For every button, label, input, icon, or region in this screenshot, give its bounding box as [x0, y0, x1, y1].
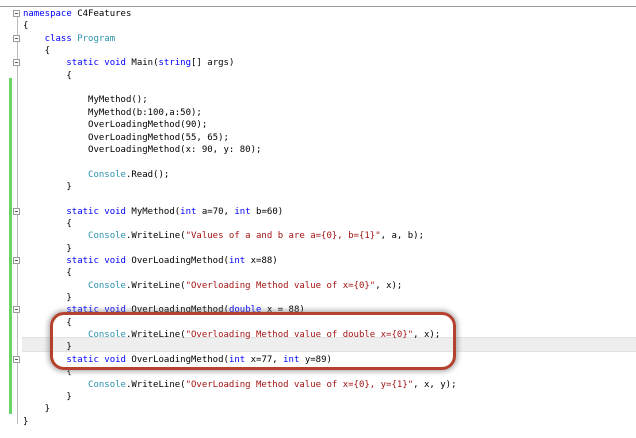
keyword-token: static — [66, 256, 99, 266]
type-token: Console — [88, 169, 126, 180]
code-token: Main( — [125, 58, 159, 69]
code-token: { — [66, 218, 72, 229]
code-token: .WriteLine( — [125, 379, 186, 390]
code-line[interactable]: namespace C4Features — [23, 8, 131, 20]
code-line[interactable]: { — [23, 20, 28, 32]
collapse-icon[interactable] — [13, 59, 20, 67]
code-token: .WriteLine( — [125, 231, 186, 242]
code-line[interactable]: MyMethod(b:100,a:50); — [88, 107, 202, 119]
code-token: x=88) — [245, 256, 278, 266]
code-token: OverLoadingMethod(x: 90, y: 80); — [88, 144, 262, 155]
code-token: OverLoadingMethod(55, 65); — [88, 132, 229, 143]
code-token: MyMethod(b:100,a:50); — [88, 107, 202, 118]
code-line[interactable]: { — [66, 218, 71, 230]
collapse-icon[interactable] — [13, 306, 20, 314]
string-token: "Overloading Method value of x={0}" — [185, 280, 376, 291]
string-token: "OverLoading Method value of x={0}, y={1… — [185, 379, 414, 390]
keyword-token: void — [104, 256, 126, 266]
code-line[interactable]: MyMethod(); — [88, 94, 148, 106]
string-token: "Values of a and b are a={0}, b={1}" — [185, 231, 381, 242]
collapse-icon[interactable] — [13, 355, 20, 363]
code-line[interactable]: } — [23, 416, 28, 428]
code-token: a=70, — [196, 206, 235, 217]
code-token: { — [66, 268, 72, 279]
code-token: MyMethod(); — [88, 95, 148, 106]
type-token: Program — [77, 33, 116, 44]
code-token: } — [66, 293, 72, 304]
code-line[interactable]: { — [45, 45, 50, 57]
code-token: } — [66, 391, 72, 402]
code-line[interactable]: static void Main(string[] args) — [66, 57, 234, 69]
code-line[interactable]: } — [45, 403, 50, 415]
code-token: [] args) — [191, 58, 235, 69]
code-token: b=60) — [250, 206, 284, 217]
keyword-token: string — [158, 58, 192, 69]
collapse-icon[interactable] — [13, 207, 20, 215]
top-border — [0, 6, 636, 7]
code-token: } — [66, 181, 72, 192]
code-token: .WriteLine( — [125, 280, 186, 291]
annotation-highlight-box — [50, 312, 456, 370]
code-token: } — [23, 416, 29, 427]
code-line[interactable]: OverLoadingMethod(90); — [88, 119, 207, 131]
code-token: .Read(); — [125, 169, 170, 180]
keyword-token: int — [228, 256, 246, 266]
code-line[interactable]: static void OverLoadingMethod(int x=88) — [66, 255, 277, 267]
code-token: , x, y); — [413, 379, 457, 390]
code-line[interactable]: } — [66, 243, 71, 255]
type-token: Console — [88, 379, 126, 390]
keyword-token: static — [66, 206, 99, 217]
keyword-token: class — [44, 33, 72, 44]
code-token: OverLoadingMethod( — [125, 256, 229, 266]
outline-guide — [17, 16, 18, 424]
code-token: OverLoadingMethod(90); — [88, 120, 208, 131]
collapse-icon[interactable] — [13, 34, 20, 42]
code-line[interactable]: } — [66, 181, 71, 193]
collapse-icon[interactable] — [13, 10, 20, 17]
code-token: , a, b); — [380, 231, 425, 242]
code-line[interactable]: static void MyMethod(int a=70, int b=60) — [66, 206, 283, 218]
keyword-token: void — [104, 58, 126, 69]
code-token: { — [23, 21, 29, 32]
code-line[interactable]: Console.Read(); — [88, 169, 169, 181]
code-line[interactable]: class Program — [45, 33, 115, 45]
code-line[interactable]: Console.WriteLine("OverLoading Method va… — [88, 379, 456, 391]
code-token: { — [44, 46, 51, 57]
code-line[interactable]: OverLoadingMethod(55, 65); — [88, 132, 229, 144]
type-token: Console — [88, 280, 126, 291]
code-line[interactable]: Console.WriteLine("Values of a and b are… — [88, 230, 424, 242]
code-line[interactable]: OverLoadingMethod(x: 90, y: 80); — [88, 144, 261, 156]
type-token: Console — [88, 231, 126, 242]
collapse-icon[interactable] — [13, 257, 20, 264]
code-line[interactable]: { — [66, 267, 71, 279]
code-token: { — [66, 70, 72, 81]
code-token: MyMethod( — [125, 206, 181, 217]
code-token: C4Features — [71, 9, 132, 19]
code-line[interactable]: } — [66, 292, 71, 304]
code-editor[interactable]: namespace C4Features{class Program{stati… — [0, 8, 636, 438]
code-line[interactable]: { — [66, 70, 71, 82]
code-token: } — [66, 243, 72, 254]
code-line[interactable]: Console.WriteLine("Overloading Method va… — [88, 280, 402, 292]
keyword-token: int — [234, 206, 251, 217]
changed-lines-indicator — [9, 78, 12, 414]
code-token: } — [44, 404, 51, 415]
keyword-token: int — [180, 206, 197, 217]
keyword-token: namespace — [23, 9, 72, 19]
keyword-token: void — [104, 206, 126, 217]
code-line[interactable]: } — [66, 391, 71, 403]
keyword-token: static — [66, 58, 99, 69]
code-token: , x); — [375, 280, 403, 291]
